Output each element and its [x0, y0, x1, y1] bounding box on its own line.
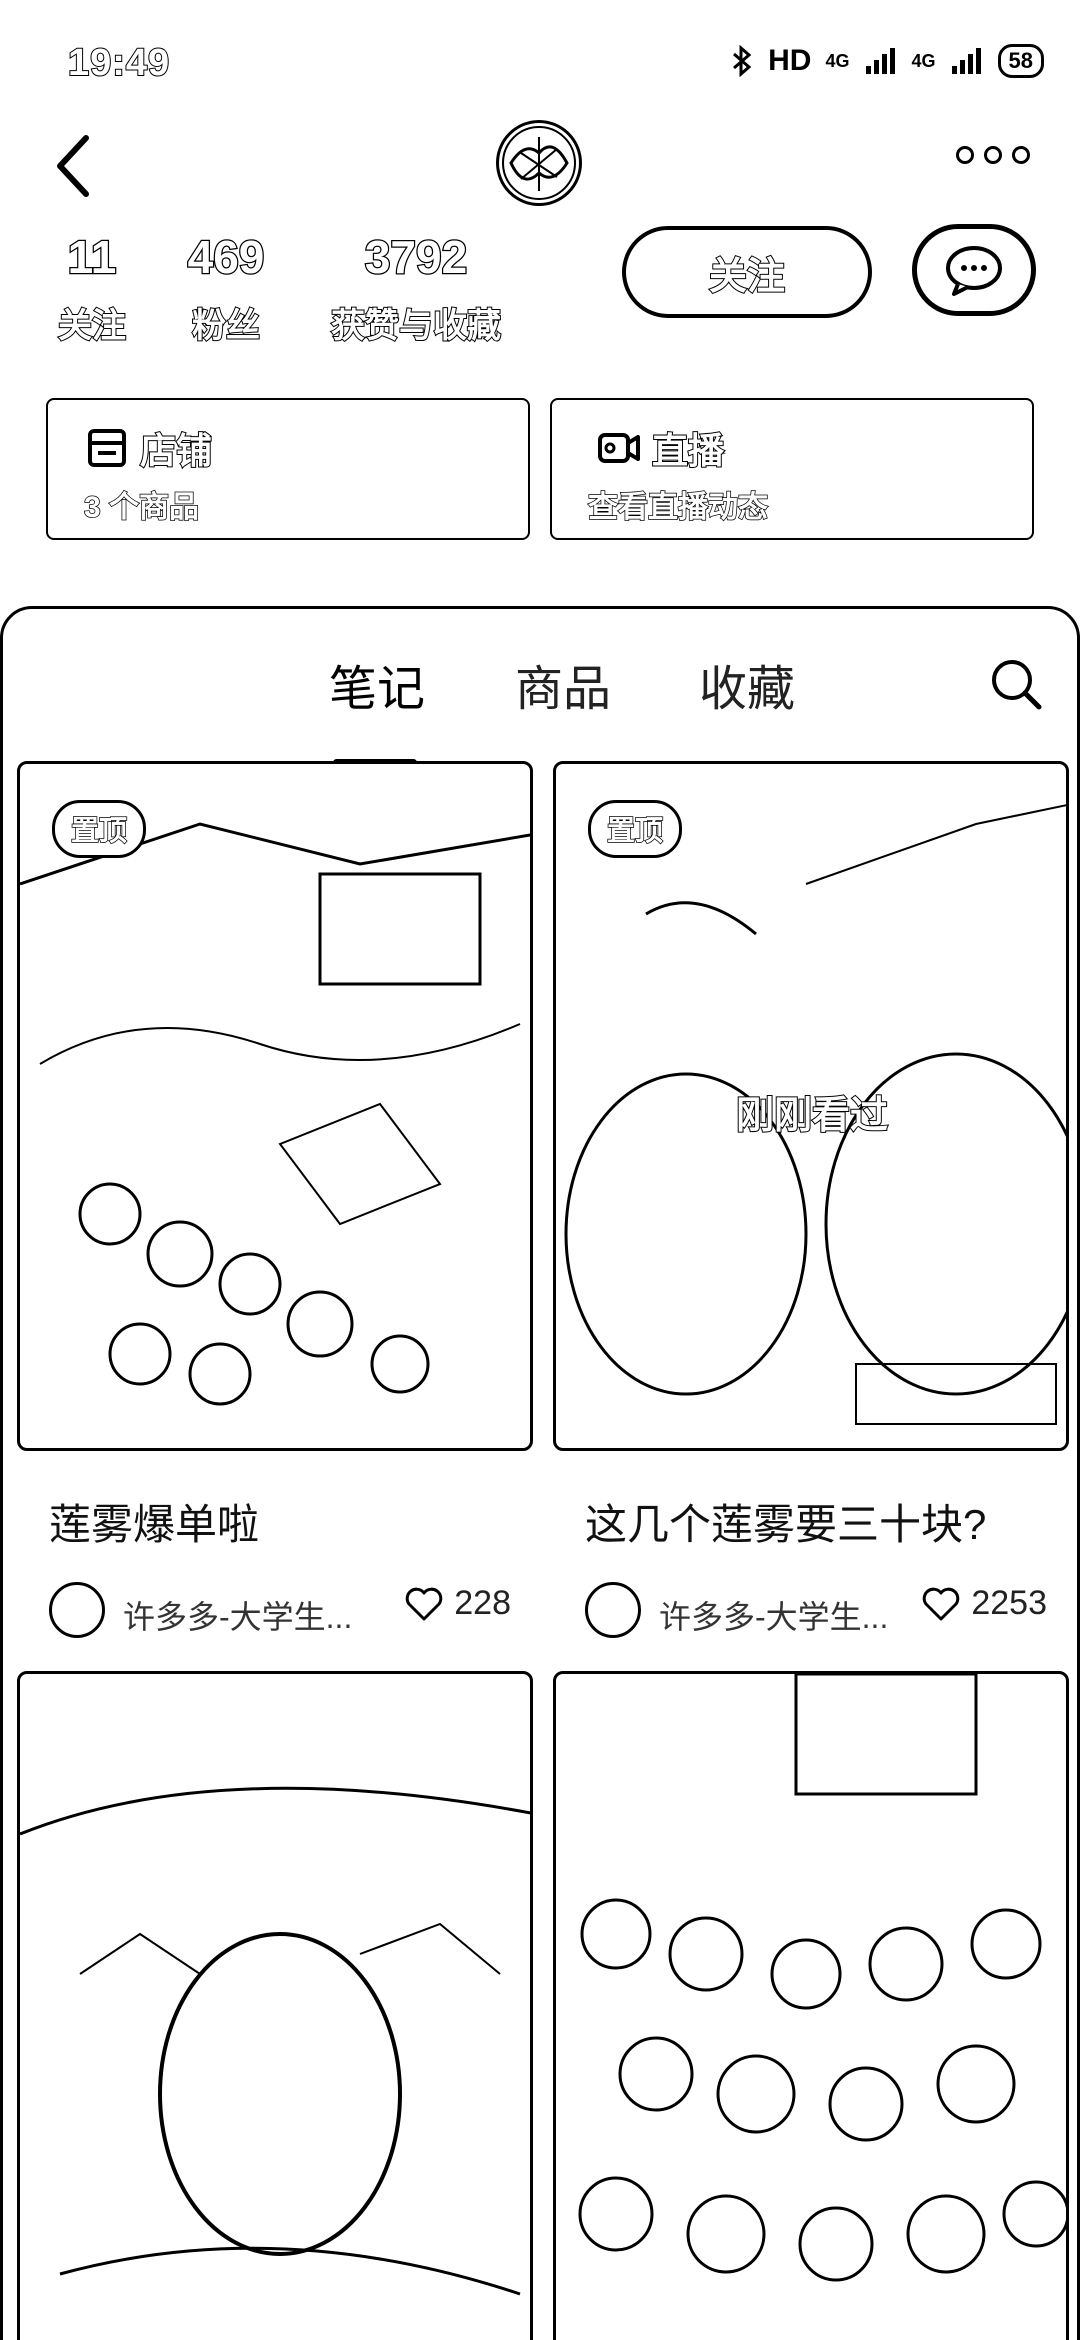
signal-2-icon — [951, 48, 981, 74]
tab-bar: 笔记 商品 收藏 — [3, 649, 1080, 766]
note-image[interactable]: 置顶 刚刚看过 — [553, 761, 1069, 1451]
stat-value: 11 — [66, 230, 117, 285]
bluetooth-icon — [733, 45, 752, 77]
back-button[interactable] — [46, 130, 106, 200]
signal-2-label: 4G — [911, 50, 936, 71]
heart-icon — [406, 1587, 443, 1620]
recently-viewed-label: 刚刚看过 — [735, 1094, 889, 1138]
note-card[interactable]: 置顶 莲雾爆单啦 许多多-大学生... 228 — [17, 761, 533, 1640]
stat-value: 469 — [186, 230, 265, 285]
message-button[interactable] — [912, 224, 1036, 316]
stat-likes[interactable]: 3792 获赞与收藏 — [326, 230, 506, 347]
note-meta: 许多多-大学生... 228 — [17, 1580, 533, 1640]
live-title: 直播 — [651, 429, 725, 472]
pinned-badge: 置顶 — [588, 800, 683, 858]
search-icon — [992, 660, 1042, 710]
signal-1-icon — [865, 48, 895, 74]
chevron-left-icon — [57, 135, 89, 197]
like-count: 228 — [454, 1584, 511, 1622]
note-card[interactable]: 置顶 刚刚看过 这几个莲雾要三十块? 许多多-大学生... 2253 — [553, 761, 1069, 1640]
note-caption[interactable]: 这几个莲雾要三十块? — [585, 1491, 1069, 1552]
tab-favorites[interactable]: 收藏 — [699, 649, 795, 719]
like-count: 2253 — [971, 1584, 1047, 1622]
live-card[interactable]: 直播 查看直播动态 — [550, 398, 1034, 540]
stat-label: 粉丝 — [191, 306, 261, 346]
follow-button[interactable]: 关注 — [622, 226, 872, 318]
shop-title: 店铺 — [139, 429, 213, 472]
author-avatar[interactable] — [585, 1582, 641, 1638]
note-image[interactable] — [553, 1671, 1069, 2340]
stat-value: 3792 — [364, 230, 469, 285]
chat-icon — [946, 246, 1002, 296]
note-card[interactable] — [553, 1671, 1069, 2340]
tab-notes[interactable]: 笔记 — [329, 649, 425, 719]
author-name[interactable]: 许多多-大学生... — [659, 1592, 888, 1638]
tab-products[interactable]: 商品 — [515, 649, 611, 719]
note-meta: 许多多-大学生... 2253 — [553, 1580, 1069, 1640]
stat-following[interactable]: 11 关注 — [52, 230, 132, 347]
live-subtitle: 查看直播动态 — [587, 490, 769, 525]
heart-icon — [923, 1587, 960, 1620]
search-button[interactable] — [989, 657, 1043, 711]
author-avatar[interactable] — [49, 1582, 105, 1638]
note-caption[interactable]: 莲雾爆单啦 — [49, 1491, 533, 1552]
hd-label: HD — [768, 44, 812, 77]
more-icon — [956, 146, 974, 164]
status-bar: 19:49 HD 4G 4G 58 — [0, 0, 1080, 120]
like-button[interactable]: 228 — [404, 1584, 511, 1623]
stat-label: 获赞与收藏 — [330, 306, 502, 346]
note-card[interactable] — [17, 1671, 533, 2340]
battery-indicator: 58 — [997, 44, 1044, 78]
signal-1-label: 4G — [825, 50, 850, 71]
status-time: 19:49 — [67, 41, 171, 85]
content-panel: 笔记 商品 收藏 置顶 莲雾爆单啦 许多多-大学生... 228 置顶 刚刚看过… — [0, 606, 1080, 2340]
status-indicators: HD 4G 4G 58 — [730, 44, 1044, 78]
pinned-badge: 置顶 — [52, 800, 147, 858]
shop-subtitle: 3 个商品 — [83, 490, 200, 525]
store-icon — [88, 429, 126, 467]
stat-followers[interactable]: 469 粉丝 — [176, 230, 276, 347]
note-image[interactable]: 置顶 — [17, 761, 533, 1451]
shop-card[interactable]: 店铺 3 个商品 — [46, 398, 530, 540]
stat-label: 关注 — [57, 306, 127, 346]
live-icon — [598, 433, 640, 463]
more-button[interactable] — [956, 146, 1030, 164]
like-button[interactable]: 2253 — [921, 1584, 1047, 1623]
author-name[interactable]: 许多多-大学生... — [123, 1592, 352, 1638]
note-image[interactable] — [17, 1671, 533, 2340]
avatar[interactable] — [496, 120, 582, 206]
